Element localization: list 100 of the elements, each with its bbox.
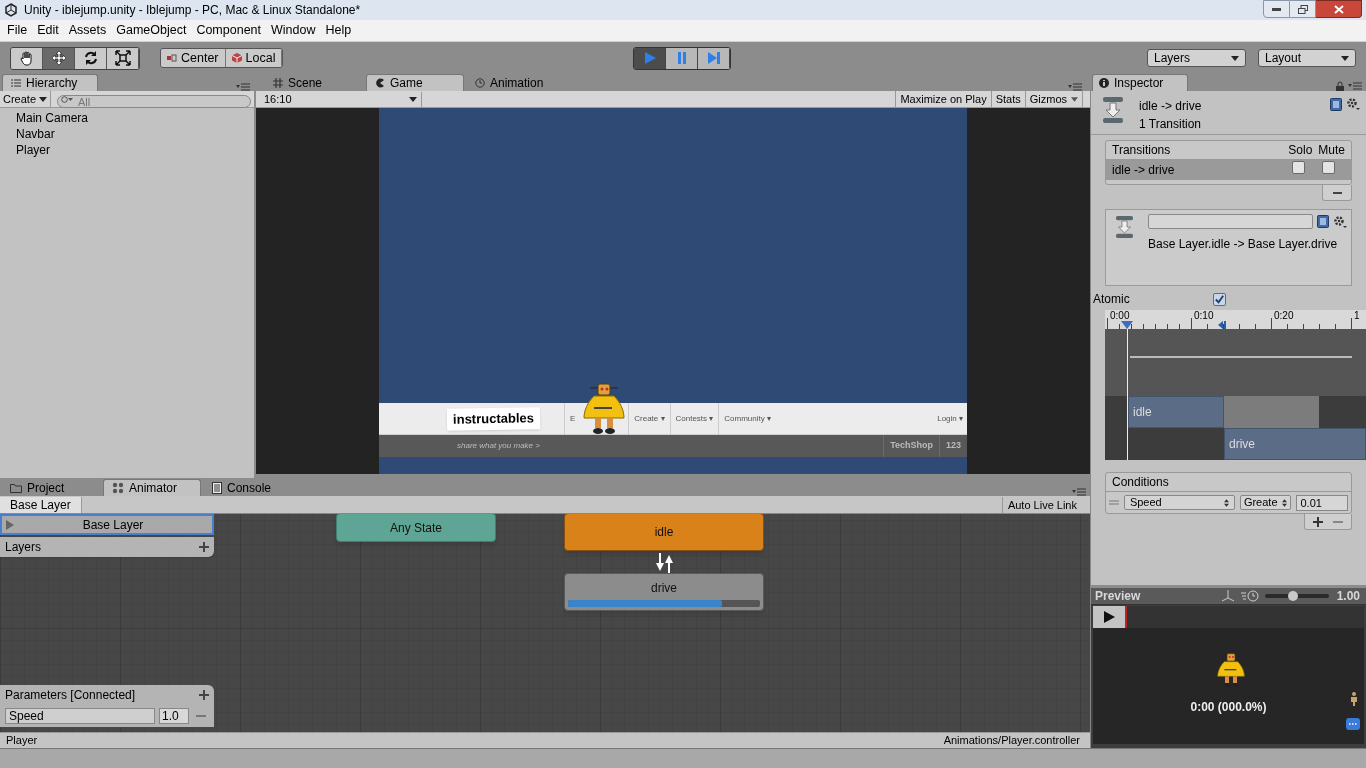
layers-dropdown[interactable]: Layers (1147, 49, 1246, 67)
parameter-value-field[interactable]: 1.0 (159, 708, 189, 724)
settings-icon[interactable] (1346, 97, 1360, 111)
animation-clip: drive (1224, 428, 1366, 460)
checkbox[interactable] (1292, 161, 1305, 174)
pause-button[interactable] (666, 47, 698, 69)
panel-tab[interactable]: Project (2, 479, 100, 496)
aspect-dropdown[interactable]: 16:10 (260, 91, 422, 107)
hierarchy-item[interactable]: Player (0, 141, 254, 157)
inspector-subtitle: 1 Transition (1139, 116, 1203, 133)
lock-icon[interactable] (1336, 81, 1344, 91)
slider-thumb[interactable] (1288, 591, 1299, 601)
speed-slider[interactable] (1264, 594, 1329, 598)
menu-item[interactable]: GameObject (111, 21, 192, 40)
transition-arrow[interactable] (656, 553, 664, 573)
close-button[interactable] (1316, 0, 1362, 18)
list-header: Conditions (1112, 474, 1169, 491)
state-node[interactable]: idle (564, 514, 764, 551)
panel-tab[interactable]: Console (204, 479, 302, 496)
menu-item[interactable]: Window (266, 21, 321, 40)
auto-live-link-button[interactable]: Auto Live Link (1001, 496, 1082, 513)
add-icon[interactable] (199, 542, 209, 552)
panel-tab[interactable]: Scene (265, 74, 363, 91)
panel-tab[interactable]: Animator (103, 479, 201, 496)
tool-button[interactable] (11, 47, 43, 69)
space-button[interactable]: Local (225, 49, 283, 67)
mode-dropdown[interactable]: Greate (1239, 495, 1292, 510)
step-forward-icon (706, 51, 721, 65)
status-object: Player (6, 733, 38, 749)
pivot-axes-icon[interactable] (1220, 590, 1235, 602)
settings-icon[interactable] (1333, 214, 1347, 229)
site-nav-link[interactable]: Community ▾ (718, 402, 776, 435)
pivot-button[interactable]: Center (161, 49, 226, 67)
site-nav-link[interactable]: E (563, 402, 581, 435)
help-book-icon[interactable] (1317, 215, 1329, 228)
minimize-button[interactable] (1263, 0, 1290, 18)
avatar-options-button[interactable] (1346, 718, 1360, 730)
panel-tab[interactable]: Hierarchy (2, 74, 98, 91)
close-icon (1333, 4, 1344, 14)
panel-menu-icon[interactable] (1068, 83, 1082, 91)
checkbox[interactable] (1322, 161, 1335, 174)
panel-tab[interactable]: Inspector (1092, 74, 1188, 91)
site-partner-link[interactable]: TechShop (883, 435, 939, 457)
create-dropdown[interactable]: Create (3, 90, 52, 108)
site-login-link[interactable]: Login ▾ (937, 412, 963, 425)
speed-clock-icon[interactable] (1240, 590, 1259, 602)
hierarchy-item[interactable]: Main Camera (0, 109, 254, 125)
panel-tab[interactable]: Animation (467, 74, 565, 91)
site-nav-link[interactable]: Contests ▾ (669, 402, 719, 435)
parameter-name-field[interactable]: Speed (5, 708, 155, 724)
state-node[interactable]: drive (564, 573, 764, 611)
cube-icon (231, 53, 242, 63)
preview-play-button[interactable] (1093, 606, 1127, 628)
site-nav-link[interactable]: Create ▾ (628, 402, 670, 435)
transition-marker-icon[interactable] (1218, 321, 1228, 329)
panel-menu-icon[interactable] (1072, 488, 1086, 496)
menu-item[interactable]: Component (191, 21, 266, 40)
add-icon[interactable] (199, 690, 209, 700)
search-icon (61, 95, 76, 104)
tool-button[interactable] (107, 47, 139, 69)
menu-item[interactable]: Help (320, 21, 357, 40)
help-book-icon[interactable] (1330, 97, 1342, 111)
avatar-figure-icon[interactable] (1350, 692, 1358, 706)
parameter-dropdown[interactable]: Speed (1123, 495, 1235, 510)
maximize-button[interactable] (1290, 0, 1316, 18)
toolbar-button[interactable]: Stats (990, 91, 1025, 107)
remove-button[interactable] (1322, 185, 1352, 201)
toolbar-button[interactable]: Maximize on Play (895, 91, 991, 107)
hierarchy-item[interactable]: Navbar (0, 125, 254, 141)
tool-button[interactable] (75, 47, 107, 69)
step-button[interactable] (698, 47, 730, 69)
layout-dropdown[interactable]: Layout (1258, 49, 1356, 67)
stepper-caret-icon (1282, 498, 1288, 507)
drag-handle-icon[interactable] (1109, 500, 1119, 505)
panel-menu-icon[interactable] (1348, 82, 1362, 90)
tick-label: 0:20 (1274, 310, 1294, 321)
search-field[interactable]: All (57, 95, 251, 109)
game-icon (375, 78, 385, 88)
toolbar-button[interactable]: Gizmos (1024, 91, 1082, 107)
play-icon (1103, 611, 1115, 623)
name-field[interactable] (1148, 214, 1313, 229)
transition-row[interactable]: idle -> drive (1106, 160, 1351, 180)
tool-button[interactable] (43, 47, 75, 69)
add-button[interactable] (1313, 516, 1323, 527)
speed-value: 1.00 (1336, 588, 1360, 605)
panel-tab[interactable]: Game (366, 74, 464, 91)
checkbox[interactable] (1213, 292, 1226, 306)
tick-label: 1 (1354, 310, 1360, 321)
menu-item[interactable]: File (2, 21, 33, 40)
layer-item[interactable]: Base Layer (0, 514, 214, 535)
menu-item[interactable]: Assets (63, 21, 112, 40)
panel-menu-icon[interactable] (236, 83, 250, 91)
site-partner-link[interactable]: 123 (938, 435, 967, 457)
transition-arrow[interactable] (665, 553, 673, 573)
state-node[interactable]: Any State (336, 514, 496, 542)
breadcrumb[interactable]: Base Layer (0, 496, 82, 513)
preview-title: Preview (1095, 588, 1142, 605)
threshold-field[interactable]: 0.01 (1296, 494, 1348, 511)
play-button[interactable] (634, 47, 666, 69)
menu-item[interactable]: Edit (32, 21, 64, 40)
